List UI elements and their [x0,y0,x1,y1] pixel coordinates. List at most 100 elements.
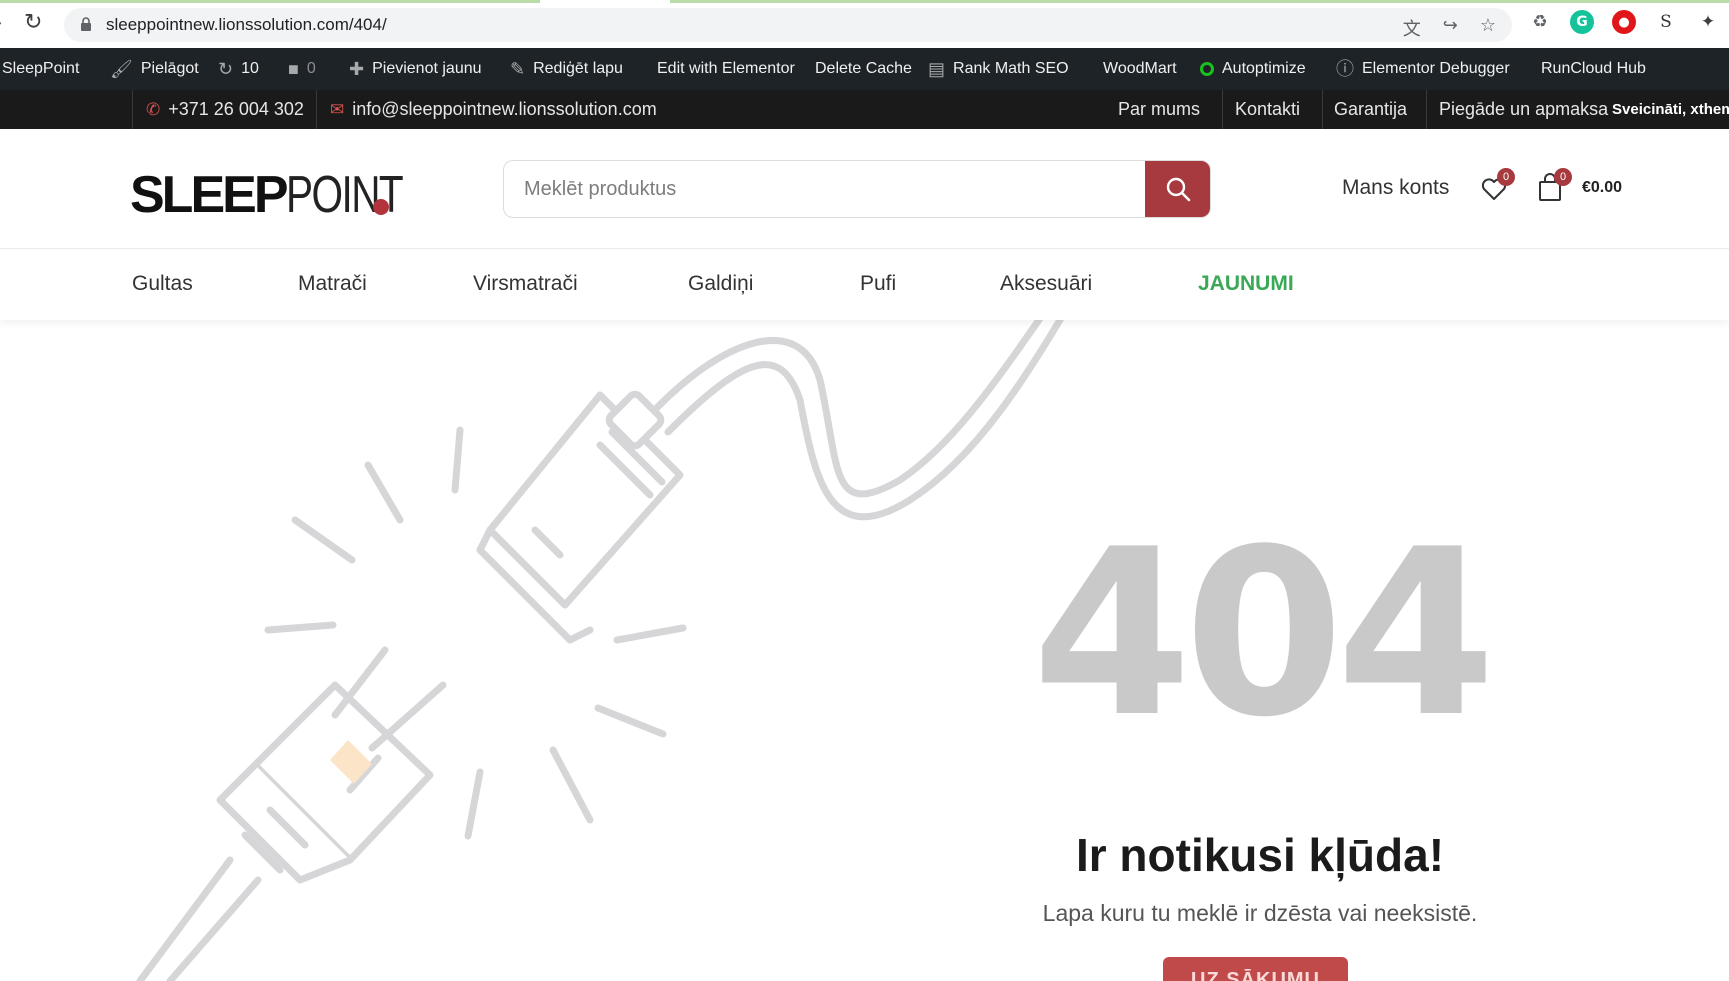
back-icon[interactable]: › [0,13,2,32]
nav-item-matraci[interactable]: Matrači [298,272,367,296]
grammarly-extension-icon[interactable]: G [1570,10,1594,34]
error-title: Ir notikusi kļūda! [1075,829,1445,881]
adminbar-elementor[interactable]: Edit with Elementor [657,48,795,90]
toplink-kontakti[interactable]: Kontakti [1235,90,1300,129]
email-link[interactable]: ✉ info@sleeppointnew.lionssolution.com [330,90,657,129]
phone-link[interactable]: ✆ +371 26 004 302 [146,90,304,129]
toplink-label: Par mums [1118,99,1201,119]
url-text[interactable]: sleeppointnew.lionssolution.com/404/ [106,15,387,35]
error-code: 404 [1031,501,1496,768]
adminbar-customize[interactable]: 🖌 Pielāgot [110,48,199,90]
back-home-button[interactable]: UZ SĀKUMU [1163,957,1348,981]
adminbar-edit-page[interactable]: ✎ Rediģēt lapu [510,48,623,90]
brush-icon: 🖌 [110,59,133,79]
adminbar-updates-count: 10 [241,60,259,77]
adminbar-autoptimize-label: Autoptimize [1222,60,1306,77]
adminbar-new-label: Pievienot jaunu [372,60,482,77]
toplink-label: Kontakti [1235,99,1301,119]
my-account-link[interactable]: Mans konts [1342,176,1449,200]
adminbar-edit-page-label: Rediģēt lapu [533,60,623,77]
adminbar-elementor-label: Edit with Elementor [657,60,795,77]
toplink-piegade[interactable]: Piegāde un apmaksa [1439,90,1612,129]
toplink-label: Piegāde un apmaksa [1439,99,1609,119]
adminbar-debugger-label: Elementor Debugger [1362,60,1510,77]
loading-bar [670,0,1729,3]
divider [132,90,133,129]
nav-item-virsmatraci[interactable]: Virsmatrači [473,272,578,296]
adminbar-runcloud-label: RunCloud Hub [1541,60,1646,77]
extensions-puzzle-icon[interactable]: ✦ [1696,10,1720,34]
divider [316,90,317,129]
bookmark-star-icon[interactable]: ☆ [1480,15,1496,41]
logo-dot [373,199,389,215]
error-subtitle: Lapa kuru tu meklē ir dzēsta vai neeksis… [1042,900,1478,926]
lock-icon[interactable] [80,17,92,31]
adminbar-new[interactable]: ✚ Pievienot jaunu [349,48,482,90]
search-form [503,160,1211,218]
unplugged-cable-illustration [136,320,1065,981]
greeting[interactable]: Sveicināti, xthem [1612,90,1729,129]
logo-bold-text: SLEEP [130,166,288,224]
recycle-extension-icon[interactable]: ♻ [1528,10,1552,34]
adminbar-delete-cache-label: Delete Cache [815,60,912,77]
search-input[interactable] [504,161,1144,217]
nav-item-jaunumi[interactable]: JAUNUMI [1198,272,1294,296]
nav-item-pufi[interactable]: Pufi [860,272,896,296]
address-bar[interactable]: sleeppointnew.lionssolution.com/404/ 文 ↪… [64,8,1512,42]
wishlist-count-badge: 0 [1497,168,1515,186]
adminbar-comments[interactable]: ■ 0 [288,48,316,90]
site-header: SLEEPPOINT Mans konts 0 0 €0.00 [0,129,1729,249]
main-navigation: Gultas Matrači Virsmatrači Galdiņi Pufi … [0,250,1729,320]
phone-icon: ✆ [146,100,161,119]
plus-icon: ✚ [349,59,365,79]
adminbar-autoptimize[interactable]: Autoptimize [1200,48,1306,90]
wishlist-button[interactable]: 0 [1480,168,1515,205]
email-text: info@sleeppointnew.lionssolution.com [352,99,657,119]
wp-admin-bar: SleepPoint 🖌 Pielāgot ↻ 10 ■ 0 ✚ Pievien… [0,48,1729,90]
adminbar-customize-label: Pielāgot [140,60,199,77]
cart-total[interactable]: €0.00 [1582,179,1622,197]
toplink-label: Garantija [1334,99,1408,119]
phone-text: +371 26 004 302 [168,99,304,119]
divider [1322,90,1323,129]
adminbar-woodmart[interactable]: WoodMart [1103,48,1177,90]
adminbar-rank-math[interactable]: ▤ Rank Math SEO [928,48,1069,90]
loading-bar [0,0,540,3]
adminbar-comments-count: 0 [306,60,316,77]
envelope-icon: ✉ [330,100,345,119]
nav-item-gultas[interactable]: Gultas [132,272,193,296]
s-extension-icon[interactable]: S [1654,10,1678,34]
search-button[interactable] [1145,161,1210,217]
divider [1222,90,1223,129]
status-circle-icon [1200,62,1214,76]
browser-chrome: › ↻ sleeppointnew.lionssolution.com/404/… [0,0,1729,48]
nav-item-galdini[interactable]: Galdiņi [688,272,753,296]
comment-icon: ■ [288,59,299,79]
adminbar-runcloud[interactable]: RunCloud Hub [1541,48,1646,90]
search-icon [1166,177,1190,202]
toplink-garantija[interactable]: Garantija [1334,90,1407,129]
adminbar-updates[interactable]: ↻ 10 [218,48,259,90]
site-logo[interactable]: SLEEP POINT [130,165,434,221]
cart-button[interactable]: 0 [1537,168,1572,204]
toplink-par-mums[interactable]: Par mums [1118,90,1200,129]
refresh-icon: ↻ [218,59,234,79]
pencil-icon: ✎ [510,59,526,79]
adminbar-woodmart-label: WoodMart [1103,60,1177,77]
adminbar-debugger[interactable]: ⓘ Elementor Debugger [1336,48,1510,90]
error-page-content: 404 Ir notikusi kļūda! Lapa kuru tu mekl… [0,320,1729,981]
greeting-text: Sveicināti, xthem [1612,101,1729,118]
reload-icon[interactable]: ↻ [24,10,42,35]
adminbar-site-label: SleepPoint [2,60,80,77]
translate-icon[interactable]: 文 [1403,15,1421,41]
cart-count-badge: 0 [1554,168,1572,186]
top-contact-bar: ✆ +371 26 004 302 ✉ info@sleeppointnew.l… [0,90,1729,129]
divider [1426,90,1427,129]
adminbar-site[interactable]: SleepPoint [0,48,79,90]
info-icon: ⓘ [1336,59,1354,79]
adblock-extension-icon[interactable]: ● [1612,10,1636,34]
adminbar-rank-math-label: Rank Math SEO [953,60,1069,77]
share-icon[interactable]: ↪ [1443,15,1458,41]
nav-item-aksesuari[interactable]: Aksesuāri [1000,272,1092,296]
adminbar-delete-cache[interactable]: Delete Cache [815,48,912,90]
